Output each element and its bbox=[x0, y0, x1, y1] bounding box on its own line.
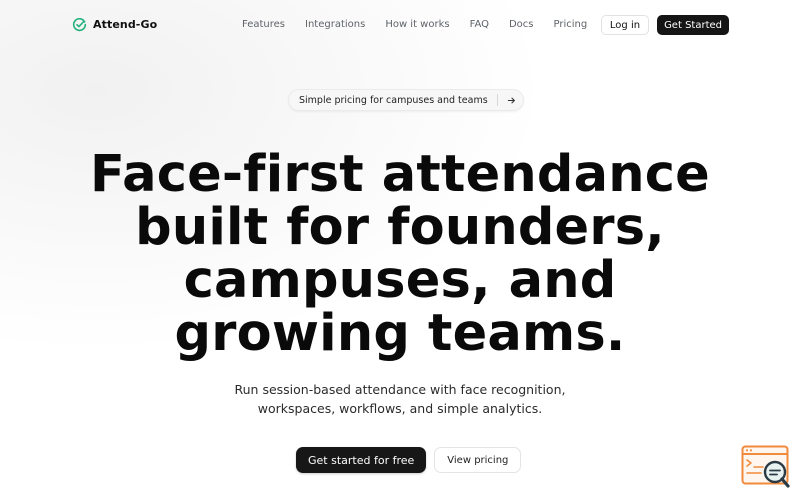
nav-link-pricing[interactable]: Pricing bbox=[554, 19, 588, 30]
brand[interactable]: Attend-Go bbox=[72, 17, 157, 32]
get-started-free-button[interactable]: Get started for free bbox=[296, 447, 427, 473]
cta-row: Get started for free View pricing bbox=[296, 447, 522, 473]
announcement-text: Simple pricing for campuses and teams bbox=[299, 94, 488, 106]
hero-title: Face-first attendance built for founders… bbox=[0, 148, 800, 360]
hero-title-line: Face-first attendance bbox=[90, 145, 710, 204]
chat-search-icon[interactable] bbox=[741, 445, 791, 490]
hero-title-line: built for founders, bbox=[135, 198, 665, 257]
hero-subtitle: Run session-based attendance with face r… bbox=[0, 380, 800, 418]
hero-title-line: campuses, and bbox=[183, 251, 617, 310]
view-pricing-button[interactable]: View pricing bbox=[434, 447, 522, 473]
main-nav: Features Integrations How it works FAQ D… bbox=[242, 19, 607, 30]
nav-link-faq[interactable]: FAQ bbox=[470, 19, 489, 30]
nav-link-how-it-works[interactable]: How it works bbox=[385, 19, 449, 30]
nav-link-docs[interactable]: Docs bbox=[509, 19, 534, 30]
hero-subtitle-line: workspaces, workflows, and simple analyt… bbox=[257, 401, 543, 416]
get-started-header-button[interactable]: Get Started bbox=[657, 15, 729, 35]
hero-title-line: growing teams. bbox=[174, 304, 626, 363]
arrow-right-icon[interactable] bbox=[504, 92, 520, 108]
header-actions: Log in Get Started bbox=[600, 15, 729, 35]
nav-link-integrations[interactable]: Integrations bbox=[305, 19, 365, 30]
nav-link-features[interactable]: Features bbox=[242, 19, 285, 30]
login-button[interactable]: Log in bbox=[600, 15, 650, 35]
announcement-pill[interactable]: Simple pricing for campuses and teams bbox=[288, 89, 524, 111]
pill-divider bbox=[496, 94, 498, 106]
hero-subtitle-line: Run session-based attendance with face r… bbox=[234, 382, 566, 397]
landing-page: Attend-Go Features Integrations How it w… bbox=[0, 0, 800, 500]
circle-check-icon bbox=[72, 17, 87, 32]
brand-name: Attend-Go bbox=[93, 18, 158, 31]
